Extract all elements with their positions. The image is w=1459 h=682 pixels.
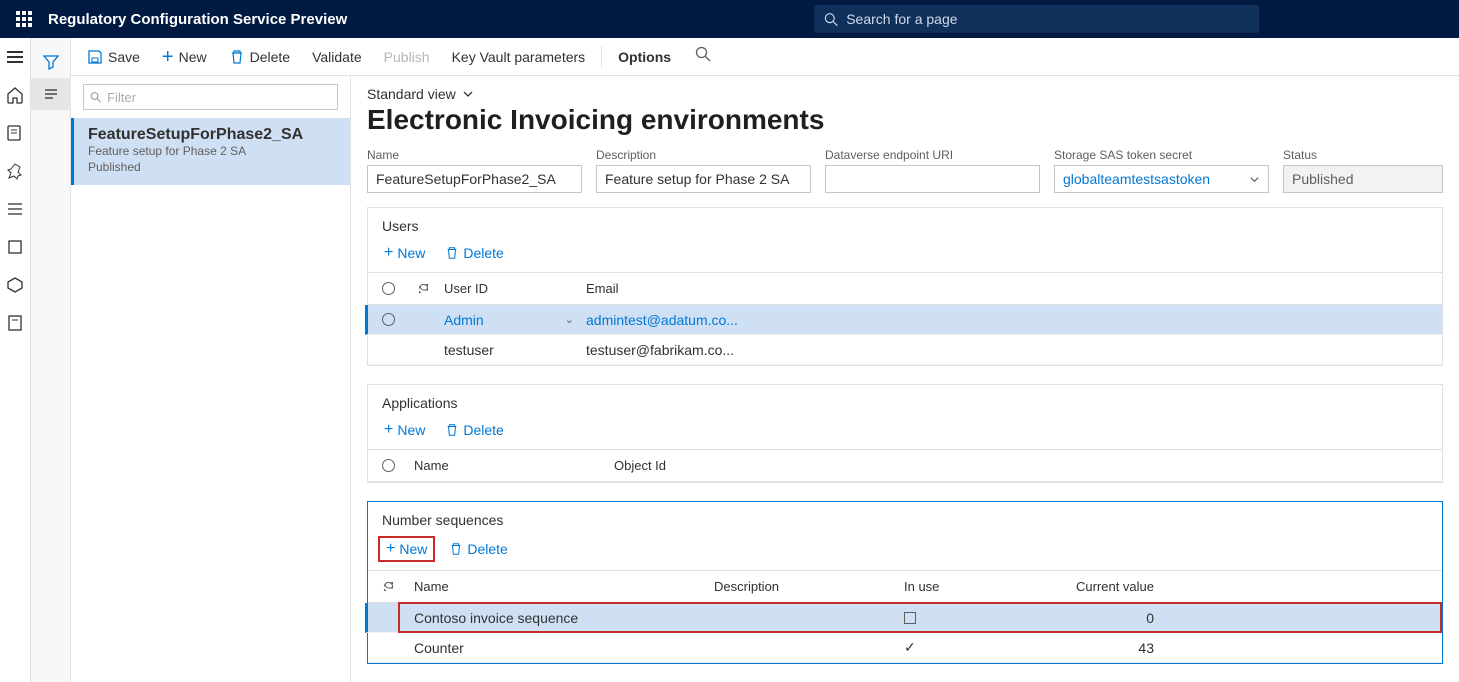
select-all-radio[interactable]: [382, 282, 395, 295]
keyvault-button[interactable]: Key Vault parameters: [442, 38, 596, 75]
new-button[interactable]: + New: [152, 38, 217, 75]
users-delete-button[interactable]: Delete: [439, 242, 509, 264]
app-launcher[interactable]: [0, 11, 48, 27]
dataverse-uri-field[interactable]: [825, 165, 1040, 193]
status-label: Status: [1283, 148, 1443, 162]
recent-icon[interactable]: [5, 123, 25, 143]
objectid-header[interactable]: Object Id: [608, 458, 1442, 473]
module-icon-3[interactable]: [5, 313, 25, 333]
global-search-input[interactable]: [846, 11, 1249, 27]
pin-icon[interactable]: [5, 161, 25, 181]
users-header: Users: [368, 208, 1442, 242]
description-field[interactable]: [596, 165, 811, 193]
chevron-down-icon[interactable]: ⌄: [565, 313, 580, 326]
options-button[interactable]: Options: [608, 38, 681, 75]
nav-rail: [0, 38, 31, 682]
global-search[interactable]: [814, 5, 1259, 33]
numseq-delete-button[interactable]: Delete: [443, 536, 513, 562]
app-title: Regulatory Configuration Service Preview: [48, 11, 347, 28]
search-icon: [695, 46, 711, 62]
numseq-row[interactable]: Counter ✓ 43: [368, 633, 1442, 663]
applications-header: Applications: [368, 385, 1442, 419]
separator: [601, 46, 602, 68]
page-search-button[interactable]: [683, 46, 723, 67]
validate-button[interactable]: Validate: [302, 38, 372, 75]
name-field[interactable]: [367, 165, 582, 193]
description-label: Description: [596, 148, 811, 162]
refresh-icon[interactable]: [368, 580, 408, 593]
appname-header[interactable]: Name: [408, 458, 608, 473]
seqdesc-header[interactable]: Description: [708, 579, 898, 594]
trash-icon: [229, 49, 245, 65]
status-field: Published: [1283, 165, 1443, 193]
plus-icon: +: [162, 47, 174, 67]
record-title: FeatureSetupForPhase2_SA: [88, 126, 336, 144]
refresh-icon[interactable]: [408, 282, 438, 295]
chevron-down-icon: [462, 88, 474, 100]
filter-input[interactable]: [107, 90, 331, 105]
home-icon[interactable]: [5, 85, 25, 105]
save-button[interactable]: Save: [77, 38, 150, 75]
name-label: Name: [367, 148, 582, 162]
sas-token-dropdown[interactable]: globalteamtestsastoken: [1054, 165, 1269, 193]
page-title: Electronic Invoicing environments: [367, 104, 1443, 136]
delete-button[interactable]: Delete: [219, 38, 300, 75]
search-icon: [824, 12, 838, 27]
record-list-item[interactable]: FeatureSetupForPhase2_SA Feature setup f…: [71, 118, 350, 185]
applications-section: Applications +New Delete Name Object Id: [367, 384, 1443, 483]
row-radio[interactable]: [382, 313, 395, 326]
list-toggle-icon[interactable]: [31, 78, 71, 110]
funnel-icon[interactable]: [31, 46, 71, 78]
trash-icon: [449, 542, 463, 556]
command-bar: Save + New Delete Validate Publish Key V…: [71, 38, 1459, 76]
currentvalue-header[interactable]: Current value: [1038, 579, 1168, 594]
filter-rail: [31, 38, 71, 682]
apps-delete-button[interactable]: Delete: [439, 419, 509, 441]
record-subtitle: Feature setup for Phase 2 SA: [88, 144, 336, 160]
user-row[interactable]: Admin⌄ admintest@adatum.co...: [365, 305, 1442, 335]
module-icon-1[interactable]: [5, 237, 25, 257]
user-row[interactable]: testuser testuser@fabrikam.co...: [368, 335, 1442, 365]
filter-box[interactable]: [83, 84, 338, 110]
inuse-header[interactable]: In use: [898, 579, 1038, 594]
numseq-row[interactable]: Contoso invoice sequence 0: [365, 603, 1442, 633]
sas-token-label: Storage SAS token secret: [1054, 148, 1269, 162]
apps-new-button[interactable]: +New: [378, 419, 431, 441]
top-navbar: Regulatory Configuration Service Preview: [0, 0, 1459, 38]
waffle-icon: [16, 11, 32, 27]
checkmark-icon: ✓: [904, 639, 916, 656]
record-status: Published: [88, 160, 336, 176]
view-selector[interactable]: Standard view: [367, 86, 1443, 102]
chevron-down-icon: [1249, 174, 1260, 185]
users-section: Users +New Delete User ID Email: [367, 207, 1443, 366]
search-icon: [90, 91, 102, 104]
hamburger-icon[interactable]: [5, 47, 25, 67]
number-sequences-section: Number sequences +New Delete Name Descri…: [367, 501, 1443, 664]
seqname-header[interactable]: Name: [408, 579, 708, 594]
module-icon-2[interactable]: [5, 275, 25, 295]
list-icon[interactable]: [5, 199, 25, 219]
record-list-panel: FeatureSetupForPhase2_SA Feature setup f…: [71, 76, 351, 682]
save-icon: [87, 49, 103, 65]
numseq-new-button[interactable]: +New: [378, 536, 435, 562]
checkbox[interactable]: [904, 612, 916, 624]
trash-icon: [445, 246, 459, 260]
email-header[interactable]: Email: [580, 281, 1442, 296]
trash-icon: [445, 423, 459, 437]
select-all-radio[interactable]: [382, 459, 395, 472]
userid-header[interactable]: User ID: [438, 281, 580, 296]
publish-button: Publish: [374, 38, 440, 75]
numseq-header: Number sequences: [368, 502, 1442, 536]
main-form: Standard view Electronic Invoicing envir…: [351, 76, 1459, 682]
dataverse-uri-label: Dataverse endpoint URI: [825, 148, 1040, 162]
users-new-button[interactable]: +New: [378, 242, 431, 264]
